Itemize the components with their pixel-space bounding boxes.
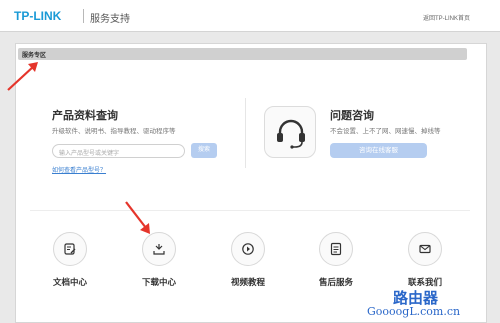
tile-contact-us[interactable]: 联系我们 (395, 232, 455, 288)
tplink-logo[interactable]: TP-LINK (14, 9, 61, 23)
tile-download-center[interactable]: 下载中心 (129, 232, 189, 288)
annotation-arrow-icon (7, 62, 38, 91)
search-button[interactable]: 搜索 (191, 143, 217, 158)
video-play-icon (231, 232, 265, 266)
tile-document-center[interactable]: 文档中心 (40, 232, 100, 288)
top-bar: TP-LINK 服务支持 返回TP-LINK首页 (0, 0, 500, 32)
document-edit-icon (53, 232, 87, 266)
headset-icon (264, 106, 316, 158)
tile-label: 视频教程 (230, 277, 265, 287)
logo-divider (83, 9, 84, 23)
tile-video-tutorials[interactable]: 视频教程 (218, 232, 278, 288)
service-list-icon (319, 232, 353, 266)
watermark-url-text: GoooogL.com.cn (367, 305, 461, 318)
back-home-link[interactable]: 返回TP-LINK首页 (423, 13, 470, 22)
tile-label: 文档中心 (52, 277, 87, 287)
how-to-find-model-link[interactable]: 如何查看产品型号？ (52, 165, 106, 174)
watermark-logo: 路由器 GoooogL.com.cn (365, 287, 500, 323)
consult-title: 问题咨询 (330, 110, 374, 122)
mail-icon (408, 232, 442, 266)
tile-label: 售后服务 (318, 277, 353, 287)
tile-after-sales[interactable]: 售后服务 (306, 232, 366, 288)
product-lookup-description: 升级软件、说明书、指导教程、驱动程序等 (52, 128, 176, 135)
tile-label: 下载中心 (141, 277, 176, 287)
product-lookup-title: 产品资料查询 (52, 110, 118, 122)
service-zone-bar: 服务专区 (18, 48, 467, 60)
service-support-title: 服务支持 (90, 14, 130, 25)
online-support-button[interactable]: 咨询在线客服 (330, 143, 427, 158)
product-search-input[interactable]: 输入产品型号或关键字 (52, 144, 185, 158)
horizontal-divider (30, 210, 470, 211)
section-divider (245, 98, 246, 168)
annotation-arrow-icon (125, 201, 150, 234)
consult-description: 不会设置、上不了网、网速慢、掉线等 (330, 128, 441, 135)
